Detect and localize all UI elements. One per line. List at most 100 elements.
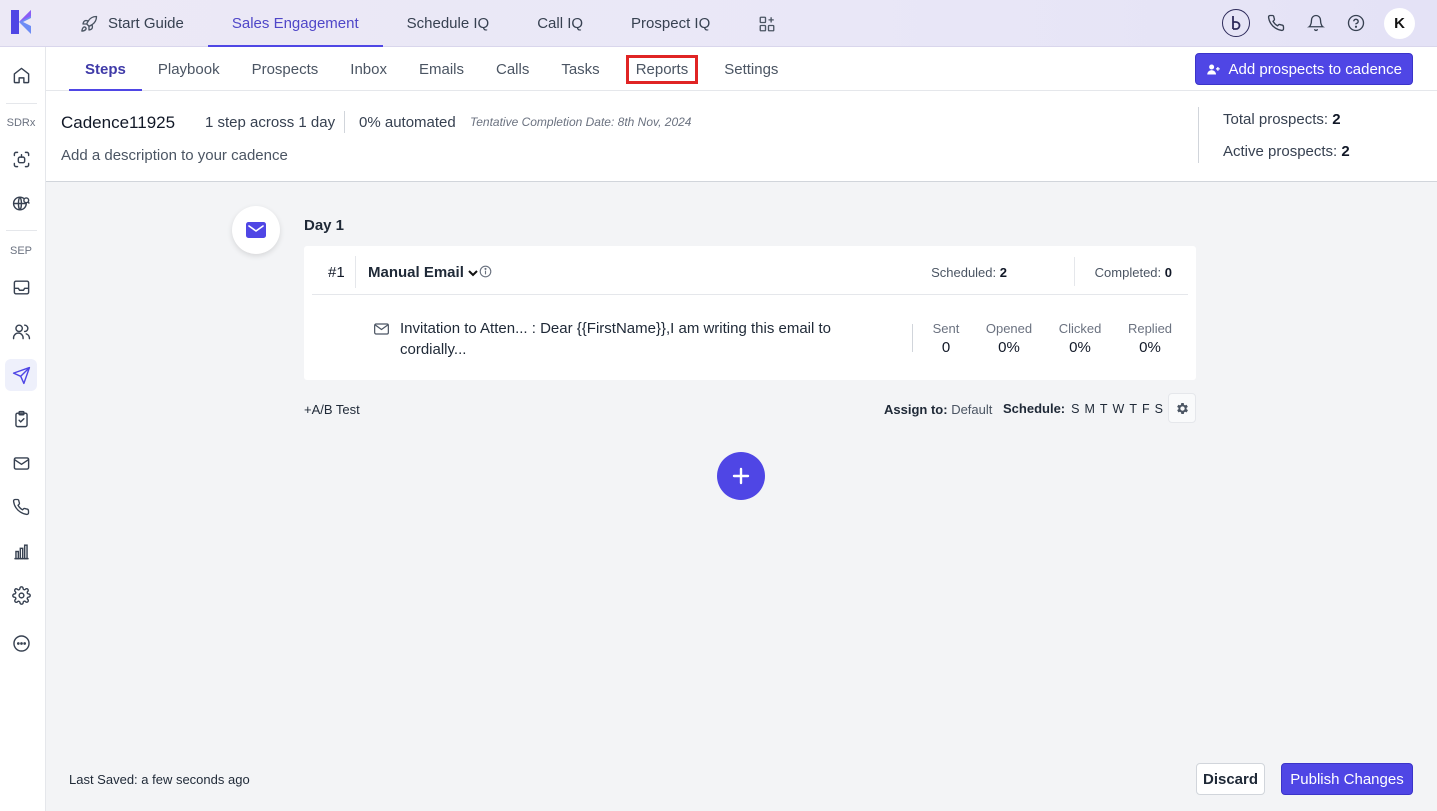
bot-scan-icon	[13, 151, 29, 167]
top-nav: Start Guide Sales Engagement Schedule IQ…	[56, 0, 810, 47]
phone-icon	[1267, 14, 1285, 32]
step-type-label: Manual Email	[368, 264, 464, 281]
topnav-call-iq[interactable]: Call IQ	[513, 0, 607, 47]
sidebar-item-reports[interactable]	[5, 535, 37, 567]
description-field[interactable]: Add a description to your cadence	[61, 147, 288, 164]
sidebar-item-settings[interactable]	[5, 579, 37, 611]
help-button[interactable]	[1336, 7, 1376, 39]
stat-clicked: Clicked 0%	[1050, 321, 1110, 356]
notifications-button[interactable]	[1296, 7, 1336, 39]
total-prospects-label: Total prospects:	[1223, 111, 1329, 128]
tab-inbox[interactable]: Inbox	[334, 47, 403, 91]
info-icon[interactable]	[479, 265, 492, 283]
stat-value: 0%	[998, 339, 1020, 356]
tab-label: Emails	[418, 60, 464, 78]
bell-icon	[1307, 14, 1325, 32]
active-prospects-value: 2	[1341, 143, 1350, 160]
completed-label: Completed:	[1094, 265, 1162, 280]
tab-steps[interactable]: Steps	[69, 47, 142, 91]
completed-value: 0	[1164, 265, 1172, 280]
user-plus-icon	[1206, 64, 1220, 74]
bot-button[interactable]	[1216, 7, 1256, 39]
gear-icon	[11, 585, 31, 605]
divider	[355, 256, 356, 288]
topnav-start-guide[interactable]: Start Guide	[56, 0, 208, 47]
sidebar-item-prospects[interactable]	[5, 315, 37, 347]
total-prospects: Total prospects: 2	[1223, 111, 1341, 128]
schedule-day[interactable]: W	[1113, 402, 1125, 416]
topnav-sales-engagement[interactable]: Sales Engagement	[207, 0, 383, 47]
sidebar-item-ai-agent[interactable]	[5, 143, 37, 175]
topnav-apps[interactable]	[734, 0, 810, 47]
app-logo-icon[interactable]	[9, 8, 33, 36]
stat-label: Opened	[985, 321, 1033, 336]
send-icon	[12, 366, 30, 384]
plus-icon	[732, 467, 750, 485]
assign-to[interactable]: Assign to: Default	[884, 402, 992, 417]
completion-date: Tentative Completion Date: 8th Nov, 2024	[470, 115, 692, 129]
phone-button[interactable]	[1256, 7, 1296, 39]
stat-sent: Sent 0	[916, 321, 976, 356]
step-type-dropdown[interactable]: Manual Email	[368, 264, 479, 281]
sidebar-section-sep: SEP	[9, 245, 32, 257]
tab-calls[interactable]: Calls	[480, 47, 545, 91]
tab-prospects[interactable]: Prospects	[236, 47, 335, 91]
schedule-day[interactable]: M	[1084, 402, 1094, 416]
discard-button[interactable]: Discard	[1196, 763, 1265, 795]
topnav-schedule-iq[interactable]: Schedule IQ	[383, 0, 514, 47]
sidebar-item-cadences[interactable]	[5, 359, 37, 391]
tab-emails[interactable]: Emails	[403, 47, 480, 91]
day-label: Day 1	[304, 217, 345, 234]
sidebar: SDRx SEP	[0, 47, 46, 811]
cadence-tabs: Steps Playbook Prospects Inbox Emails Ca…	[69, 47, 794, 91]
home-icon	[13, 67, 29, 83]
tab-tasks[interactable]: Tasks	[545, 47, 615, 91]
schedule-day[interactable]: S	[1071, 402, 1079, 416]
topnav-label: Start Guide	[108, 15, 184, 32]
schedule-day[interactable]: F	[1142, 402, 1150, 416]
ab-test-link[interactable]: +A/B Test	[304, 402, 360, 417]
cadence-title[interactable]: Cadence11925	[61, 113, 175, 133]
phone-icon	[12, 498, 30, 516]
sidebar-item-calls[interactable]	[5, 491, 37, 523]
more-circle-icon	[12, 634, 30, 652]
tab-reports[interactable]: Reports	[616, 47, 709, 91]
divider	[344, 111, 345, 133]
schedule-day[interactable]: S	[1155, 402, 1163, 416]
publish-changes-button[interactable]: Publish Changes	[1281, 763, 1413, 795]
schedule-day[interactable]: T	[1100, 402, 1108, 416]
tab-label: Prospects	[251, 60, 319, 78]
divider	[312, 294, 1188, 295]
sidebar-divider	[6, 230, 37, 231]
topnav-label: Prospect IQ	[631, 15, 711, 32]
stat-label: Clicked	[1058, 321, 1102, 336]
tab-settings[interactable]: Settings	[708, 47, 794, 91]
mail-icon	[13, 456, 29, 470]
add-prospects-button[interactable]: Add prospects to cadence	[1194, 53, 1413, 85]
avatar[interactable]: K	[1384, 7, 1415, 39]
step-number: #1	[328, 264, 345, 281]
assign-label: Assign to:	[884, 402, 948, 417]
sidebar-item-emails[interactable]	[5, 447, 37, 479]
sidebar-item-inbox[interactable]	[5, 271, 37, 303]
sidebar-item-prospecting[interactable]	[5, 187, 37, 219]
sidebar-item-more[interactable]	[5, 627, 37, 659]
sidebar-item-home[interactable]	[5, 59, 37, 91]
add-step-button[interactable]	[717, 452, 765, 500]
topnav-prospect-iq[interactable]: Prospect IQ	[607, 0, 734, 47]
top-right-controls: K	[1216, 7, 1415, 39]
completed-count: Completed: 0	[1095, 265, 1172, 280]
steps-summary: 1 step across 1 day	[205, 114, 336, 131]
tab-playbook[interactable]: Playbook	[142, 47, 236, 91]
sidebar-item-tasks[interactable]	[5, 403, 37, 435]
sidebar-divider	[6, 103, 37, 104]
topnav-label: Call IQ	[537, 15, 584, 32]
step-settings-button[interactable]	[1168, 393, 1196, 423]
email-preview[interactable]: Invitation to Atten... : Dear {{FirstNam…	[400, 318, 870, 360]
stat-label: Replied	[1127, 321, 1173, 336]
add-prospects-label: Add prospects to cadence	[1228, 60, 1402, 78]
help-circle-icon	[1347, 14, 1365, 32]
tab-label: Reports	[625, 54, 699, 84]
stat-replied: Replied 0%	[1120, 321, 1180, 356]
schedule-day[interactable]: T	[1129, 402, 1137, 416]
